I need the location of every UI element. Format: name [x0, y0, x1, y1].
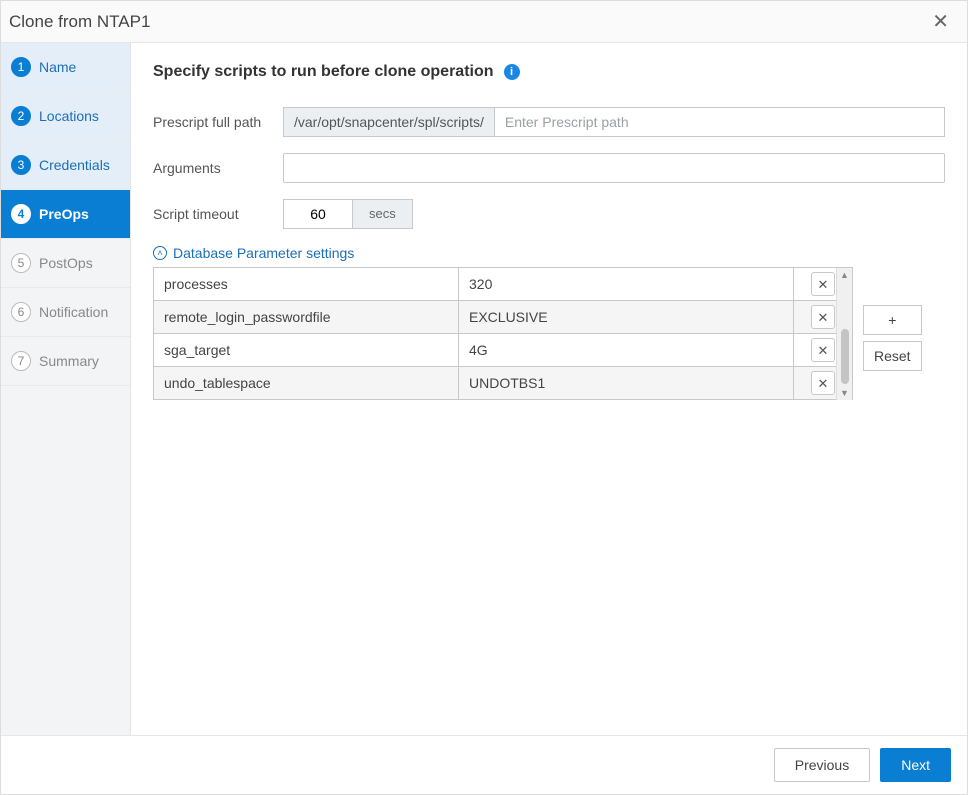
step-notification[interactable]: 6 Notification: [1, 288, 130, 337]
step-postops[interactable]: 5 PostOps: [1, 239, 130, 288]
timeout-label: Script timeout: [153, 206, 283, 222]
step-label: Credentials: [39, 157, 110, 173]
heading-text: Specify scripts to run before clone oper…: [153, 63, 494, 81]
param-value[interactable]: 320: [459, 268, 794, 300]
table-row: sga_target 4G ✕: [154, 334, 852, 367]
delete-row-button[interactable]: ✕: [811, 371, 835, 395]
step-summary[interactable]: 7 Summary: [1, 337, 130, 386]
previous-button[interactable]: Previous: [774, 748, 870, 782]
db-params-label: Database Parameter settings: [173, 245, 354, 261]
close-icon[interactable]: ✕: [928, 9, 953, 34]
wizard-sidebar: 1 Name 2 Locations 3 Credentials 4 PreOp…: [1, 43, 131, 735]
prescript-path-group: /var/opt/snapcenter/spl/scripts/: [283, 107, 945, 137]
timeout-group: secs: [283, 199, 945, 229]
step-label: Name: [39, 59, 76, 75]
arguments-label: Arguments: [153, 160, 283, 176]
step-label: Notification: [39, 304, 108, 320]
step-label: PreOps: [39, 206, 89, 222]
dialog-body: 1 Name 2 Locations 3 Credentials 4 PreOp…: [1, 43, 967, 735]
row-timeout: Script timeout secs: [153, 199, 945, 229]
delete-row-button[interactable]: ✕: [811, 272, 835, 296]
timeout-unit: secs: [353, 199, 413, 229]
table-row: undo_tablespace UNDOTBS1 ✕: [154, 367, 852, 400]
db-params-table: processes 320 ✕ remote_login_passwordfil…: [153, 267, 853, 400]
step-name[interactable]: 1 Name: [1, 43, 130, 92]
table-row: remote_login_passwordfile EXCLUSIVE ✕: [154, 301, 852, 334]
param-value[interactable]: 4G: [459, 334, 794, 366]
scroll-down-icon[interactable]: ▼: [840, 386, 849, 400]
step-number: 3: [11, 155, 31, 175]
row-prescript: Prescript full path /var/opt/snapcenter/…: [153, 107, 945, 137]
param-value[interactable]: EXCLUSIVE: [459, 301, 794, 333]
delete-row-button[interactable]: ✕: [811, 305, 835, 329]
delete-row-button[interactable]: ✕: [811, 338, 835, 362]
param-name[interactable]: sga_target: [154, 334, 459, 366]
step-number: 2: [11, 106, 31, 126]
info-icon[interactable]: i: [504, 64, 520, 80]
step-credentials[interactable]: 3 Credentials: [1, 141, 130, 190]
param-name[interactable]: processes: [154, 268, 459, 300]
row-arguments: Arguments: [153, 153, 945, 183]
add-param-button[interactable]: +: [863, 305, 922, 335]
step-label: Locations: [39, 108, 99, 124]
scroll-up-icon[interactable]: ▲: [840, 268, 849, 282]
param-name[interactable]: undo_tablespace: [154, 367, 459, 399]
param-value[interactable]: UNDOTBS1: [459, 367, 794, 399]
step-number: 6: [11, 302, 31, 322]
step-number: 7: [11, 351, 31, 371]
reset-params-button[interactable]: Reset: [863, 341, 922, 371]
chevron-up-icon: ˄: [153, 246, 167, 260]
dialog-footer: Previous Next: [1, 735, 967, 794]
page-heading: Specify scripts to run before clone oper…: [153, 63, 945, 81]
arguments-input[interactable]: [283, 153, 945, 183]
step-number: 5: [11, 253, 31, 273]
prescript-label: Prescript full path: [153, 114, 283, 130]
scroll-thumb[interactable]: [841, 329, 849, 384]
db-params-toggle[interactable]: ˄ Database Parameter settings: [153, 245, 945, 261]
param-name[interactable]: remote_login_passwordfile: [154, 301, 459, 333]
step-preops[interactable]: 4 PreOps: [1, 190, 130, 239]
params-side-buttons: + Reset: [863, 305, 922, 371]
step-label: PostOps: [39, 255, 93, 271]
prescript-input[interactable]: [495, 108, 944, 136]
table-scrollbar[interactable]: ▲ ▼: [836, 268, 852, 400]
timeout-input[interactable]: [283, 199, 353, 229]
table-row: processes 320 ✕: [154, 268, 852, 301]
step-number: 4: [11, 204, 31, 224]
clone-wizard-dialog: Clone from NTAP1 ✕ 1 Name 2 Locations 3 …: [0, 0, 968, 795]
titlebar: Clone from NTAP1 ✕: [1, 1, 967, 43]
db-params-section: processes 320 ✕ remote_login_passwordfil…: [153, 267, 945, 400]
dialog-title: Clone from NTAP1: [9, 12, 150, 32]
next-button[interactable]: Next: [880, 748, 951, 782]
step-label: Summary: [39, 353, 99, 369]
step-locations[interactable]: 2 Locations: [1, 92, 130, 141]
step-number: 1: [11, 57, 31, 77]
prescript-prefix: /var/opt/snapcenter/spl/scripts/: [284, 108, 495, 136]
main-panel: Specify scripts to run before clone oper…: [131, 43, 967, 735]
